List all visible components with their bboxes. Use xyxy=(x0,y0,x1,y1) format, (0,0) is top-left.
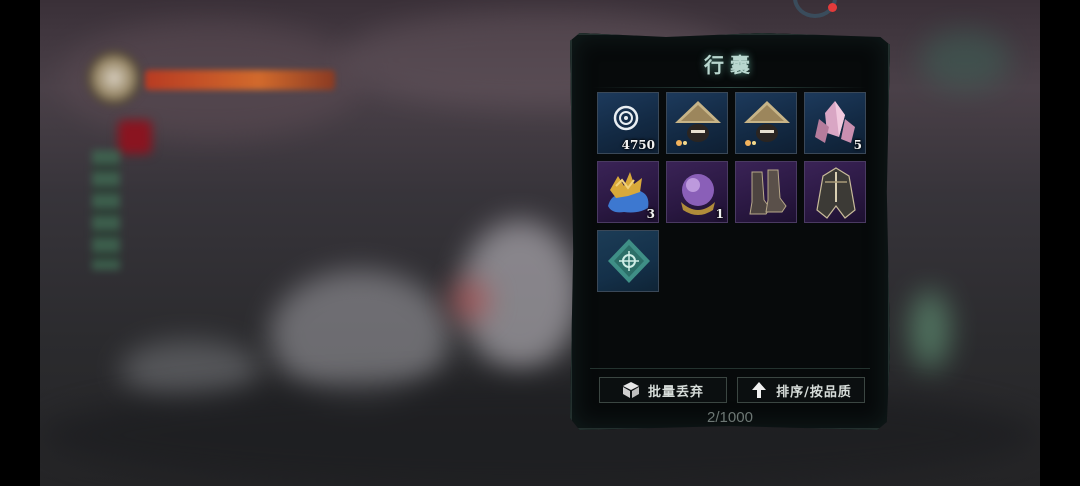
armored-boots-icon xyxy=(749,169,787,215)
straw-hat-warrior-icon xyxy=(744,101,790,146)
title-divider xyxy=(592,87,868,88)
slot-quantity: 5 xyxy=(853,138,862,152)
inventory-slot-boots[interactable] xyxy=(735,161,797,223)
batch-discard-button[interactable]: 批量丢弃 xyxy=(599,377,727,403)
slot-quantity: 1 xyxy=(715,207,724,221)
slot-quantity: 3 xyxy=(646,207,655,221)
teal-rune-diamond-icon xyxy=(608,239,650,283)
inventory-slot-crystal[interactable]: 5 xyxy=(804,92,866,154)
batch-discard-label: 批量丢弃 xyxy=(647,384,704,400)
skill-column xyxy=(92,150,120,270)
inventory-slot-cloak[interactable] xyxy=(804,161,866,223)
inventory-slot-orb[interactable]: 1 xyxy=(666,161,728,223)
status-gem-icon xyxy=(118,120,152,154)
inventory-slot-rune[interactable] xyxy=(597,230,659,292)
inventory-panel: 行囊 4750 5 3 1 批量丢弃 排序/按品质 2/1000 xyxy=(570,33,890,430)
box-discard-icon xyxy=(622,382,639,398)
inventory-slot-ore[interactable]: 3 xyxy=(597,161,659,223)
straw-hat-warrior-icon xyxy=(675,101,721,146)
alert-dot xyxy=(828,3,837,12)
sort-label: 排序/按品质 xyxy=(776,384,852,400)
inventory-slot-hat-1[interactable] xyxy=(666,92,728,154)
sort-by-quality-button[interactable]: 排序/按品质 xyxy=(737,377,865,403)
inventory-slot-hat-2[interactable] xyxy=(735,92,797,154)
player-health-bar xyxy=(145,70,335,90)
arrow-up-icon xyxy=(752,382,767,398)
panel-title: 行囊 xyxy=(704,53,756,77)
armored-cloak-icon xyxy=(816,167,856,219)
slot-quantity: 4750 xyxy=(621,138,655,152)
footer-divider xyxy=(590,368,870,369)
player-portrait xyxy=(86,50,142,106)
inventory-capacity: 2/1000 xyxy=(707,409,753,426)
inventory-slot-coin[interactable]: 4750 xyxy=(597,92,659,154)
